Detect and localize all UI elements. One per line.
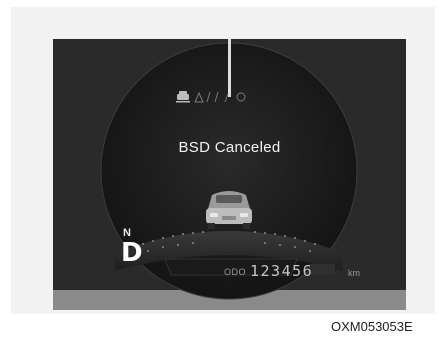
odometer-label: ODO: [224, 267, 247, 277]
bsd-status-message: BSD Canceled: [178, 139, 281, 156]
instrument-cluster-screen: BSD Canceled N D ODO 123456 km: [53, 39, 406, 310]
vehicle-rear-icon: [206, 191, 252, 229]
gear-indicator: D: [121, 238, 143, 268]
odometer-unit: km: [348, 268, 360, 278]
odometer-value: 123456: [250, 262, 314, 280]
top-glow-line: [228, 39, 231, 97]
figure-code: OXM053053E: [331, 319, 413, 334]
